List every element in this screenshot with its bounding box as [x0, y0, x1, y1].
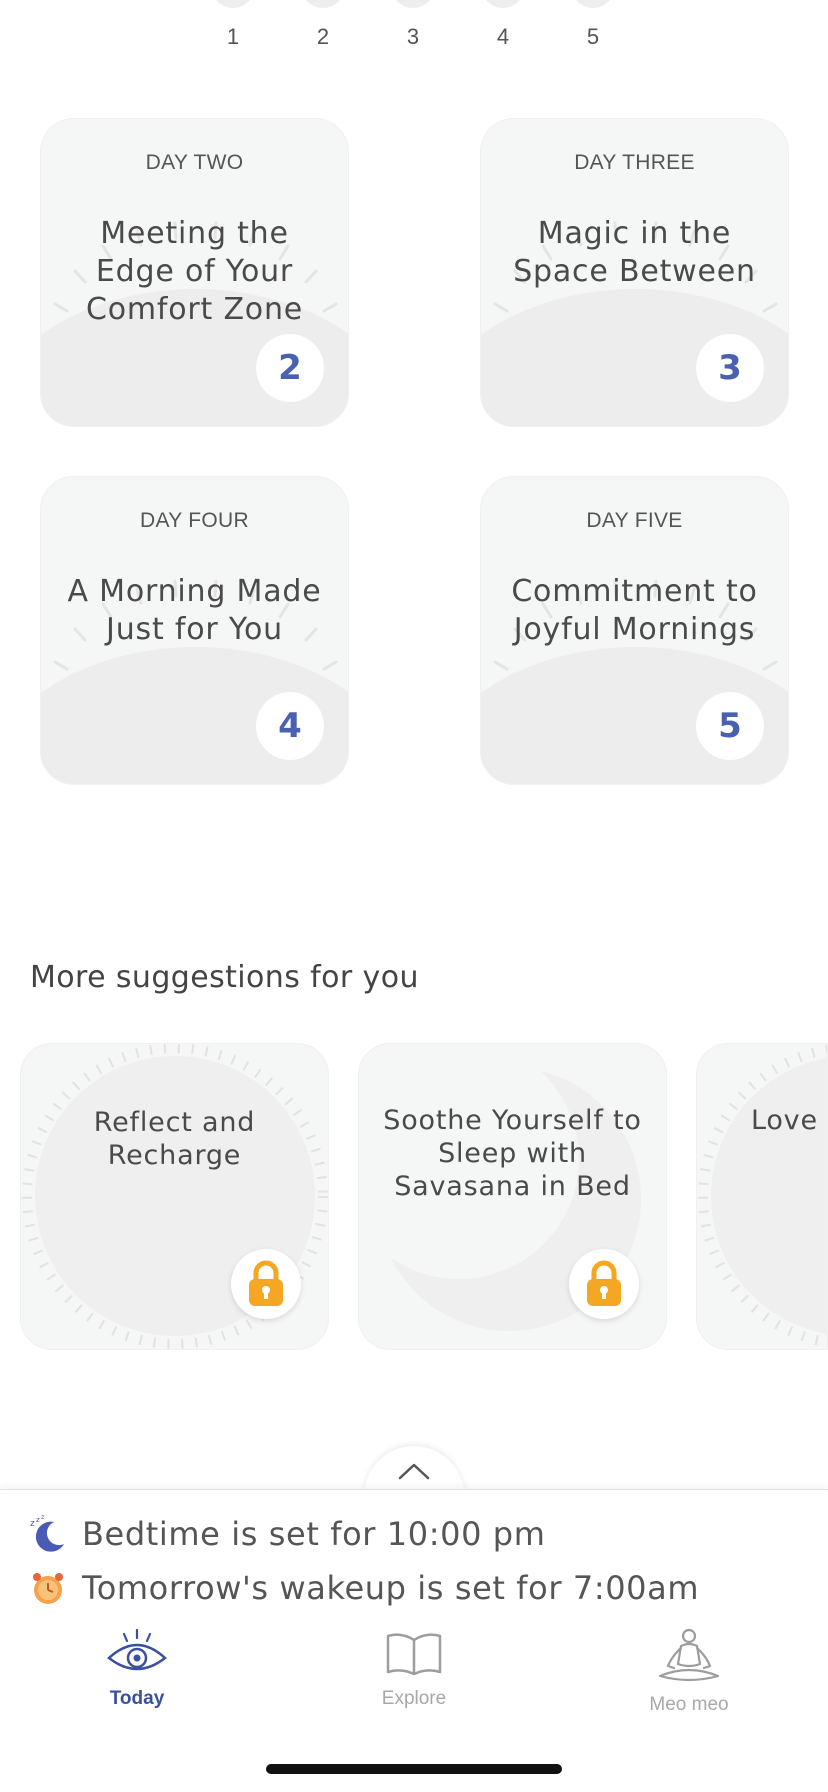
day-card-four[interactable]: DAY FOUR A Morning Made Just for You 4	[40, 476, 349, 785]
day-number-2: 2	[316, 24, 330, 49]
lock-icon	[231, 1249, 301, 1319]
day-card-eyebrow: DAY TWO	[145, 151, 244, 174]
lock-icon	[569, 1249, 639, 1319]
day-card-eyebrow: DAY FIVE	[586, 509, 683, 532]
day-number-badge: 2	[256, 334, 324, 402]
wakeup-row[interactable]: Tomorrow's wakeup is set for 7:00am	[28, 1568, 699, 1608]
day-number-badge: 5	[696, 692, 764, 760]
day-card-title: Meeting the Edge of Your Comfort Zone	[85, 216, 304, 327]
tab-label: Today	[109, 1688, 165, 1709]
suggestion-title: Reflect and Recharge	[93, 1107, 256, 1171]
day-card-title: Commitment to Joyful Mornings	[511, 574, 758, 647]
alarm-clock-icon	[33, 1573, 63, 1604]
tab-explore[interactable]: Explore	[334, 1628, 494, 1710]
svg-text:z: z	[41, 1514, 44, 1521]
book-icon	[386, 1633, 442, 1676]
bedtime-row[interactable]: z z z Bedtime is set for 10:00 pm	[28, 1514, 545, 1554]
day-progress-row: 1 2 3 4 5	[0, 0, 828, 60]
day-card-eyebrow: DAY THREE	[574, 151, 695, 174]
tab-label: Meo meo	[649, 1694, 729, 1715]
bedtime-text: Bedtime is set for 10:00 pm	[82, 1515, 546, 1553]
day-card-title: Magic in the Space Between	[513, 216, 756, 289]
eye-icon	[107, 1628, 167, 1671]
day-dot-4[interactable]	[481, 0, 525, 8]
meditation-icon	[658, 1628, 720, 1682]
day-number-badge: 4	[256, 692, 324, 760]
day-number-1: 1	[226, 24, 240, 49]
suggestion-title: Love I	[751, 1105, 828, 1136]
tab-meo-meo[interactable]: Meo meo	[609, 1628, 769, 1716]
day-card-title: A Morning Made Just for You	[67, 574, 322, 647]
day-dot-3[interactable]	[391, 0, 435, 8]
suggestion-card-reflect[interactable]: Reflect and Recharge	[20, 1043, 329, 1350]
day-number-3: 3	[406, 24, 420, 49]
suggestion-card-savasana[interactable]: Soothe Yourself to Sleep with Savasana i…	[358, 1043, 667, 1350]
svg-text:z: z	[36, 1516, 40, 1524]
suggestion-card-love[interactable]: Love I	[696, 1043, 828, 1350]
day-number-5: 5	[586, 24, 600, 49]
day-dot-1[interactable]	[211, 0, 255, 8]
suggestion-title: Soothe Yourself to Sleep with Savasana i…	[383, 1105, 642, 1202]
day-number-4: 4	[496, 24, 510, 49]
chevron-up-icon	[398, 1463, 430, 1480]
day-number-badge: 3	[696, 334, 764, 402]
day-card-three[interactable]: DAY THREE Magic in the Space Between 3	[480, 118, 789, 427]
suggestions-heading: More suggestions for you	[30, 960, 419, 995]
tab-label: Explore	[381, 1688, 447, 1709]
day-dot-5[interactable]	[571, 0, 615, 8]
day-card-eyebrow: DAY FOUR	[140, 509, 249, 532]
svg-text:z: z	[30, 1519, 35, 1529]
wakeup-text: Tomorrow's wakeup is set for 7:00am	[82, 1569, 700, 1607]
day-card-two[interactable]: DAY TWO Meeting the Edge of Your Comfort…	[40, 118, 349, 427]
day-card-five[interactable]: DAY FIVE Commitment to Joyful Mornings 5	[480, 476, 789, 785]
home-indicator[interactable]	[266, 1764, 562, 1774]
day-dot-2[interactable]	[301, 0, 345, 8]
moon-sleep-icon: z z z	[30, 1514, 64, 1552]
sun-circle-illustration	[698, 1044, 827, 1348]
tab-today[interactable]: Today	[57, 1628, 217, 1710]
